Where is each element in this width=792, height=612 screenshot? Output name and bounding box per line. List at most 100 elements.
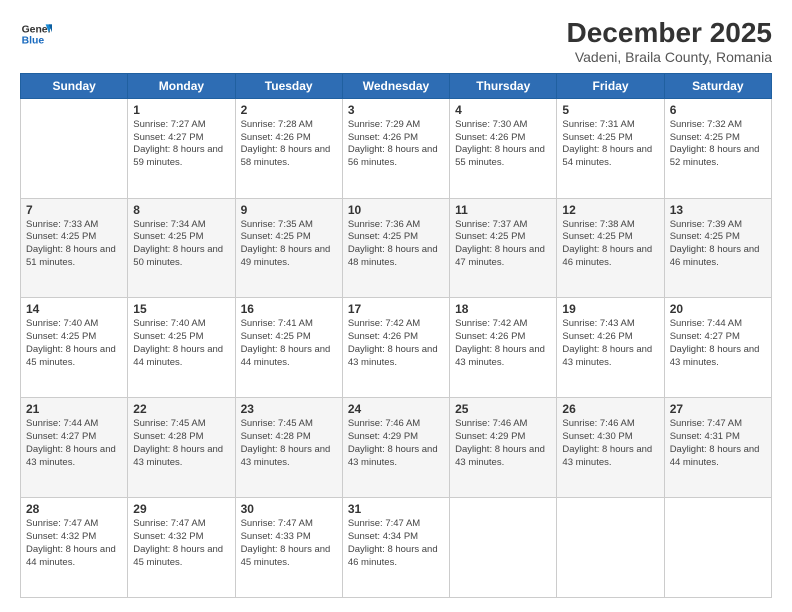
title-block: December 2025 Vadeni, Braila County, Rom… bbox=[567, 18, 772, 65]
calendar-cell: 27 Sunrise: 7:47 AMSunset: 4:31 PMDayligh… bbox=[664, 398, 771, 498]
day-number: 2 bbox=[241, 103, 337, 117]
weekday-header-saturday: Saturday bbox=[664, 73, 771, 98]
calendar-cell: 6 Sunrise: 7:32 AMSunset: 4:25 PMDaylight… bbox=[664, 98, 771, 198]
header: General Blue December 2025 Vadeni, Brail… bbox=[20, 18, 772, 65]
calendar-cell: 24 Sunrise: 7:46 AMSunset: 4:29 PMDayligh… bbox=[342, 398, 449, 498]
day-info: Sunrise: 7:29 AMSunset: 4:26 PMDaylight:… bbox=[348, 119, 444, 170]
calendar-cell bbox=[557, 498, 664, 598]
day-info: Sunrise: 7:34 AMSunset: 4:25 PMDaylight:… bbox=[133, 219, 229, 270]
day-number: 9 bbox=[241, 203, 337, 217]
day-number: 30 bbox=[241, 502, 337, 516]
day-number: 1 bbox=[133, 103, 229, 117]
day-number: 18 bbox=[455, 302, 551, 316]
calendar-cell bbox=[21, 98, 128, 198]
month-title: December 2025 bbox=[567, 18, 772, 49]
day-number: 3 bbox=[348, 103, 444, 117]
logo: General Blue bbox=[20, 18, 52, 50]
day-info: Sunrise: 7:32 AMSunset: 4:25 PMDaylight:… bbox=[670, 119, 766, 170]
calendar-cell: 15 Sunrise: 7:40 AMSunset: 4:25 PMDayligh… bbox=[128, 298, 235, 398]
calendar-cell: 10Sunrise: 7:36 AMSunset: 4:25 PMDayligh… bbox=[342, 198, 449, 298]
day-info: Sunrise: 7:47 AMSunset: 4:31 PMDaylight:… bbox=[670, 418, 766, 469]
weekday-header-wednesday: Wednesday bbox=[342, 73, 449, 98]
day-info: Sunrise: 7:42 AMSunset: 4:26 PMDaylight:… bbox=[348, 318, 444, 369]
calendar-cell: 14 Sunrise: 7:40 AMSunset: 4:25 PMDayligh… bbox=[21, 298, 128, 398]
week-row-2: 14 Sunrise: 7:40 AMSunset: 4:25 PMDayligh… bbox=[21, 298, 772, 398]
day-number: 16 bbox=[241, 302, 337, 316]
svg-text:Blue: Blue bbox=[22, 36, 45, 47]
location: Vadeni, Braila County, Romania bbox=[567, 49, 772, 65]
week-row-3: 21Sunrise: 7:44 AMSunset: 4:27 PMDayligh… bbox=[21, 398, 772, 498]
weekday-header-friday: Friday bbox=[557, 73, 664, 98]
day-number: 7 bbox=[26, 203, 122, 217]
calendar-cell: 29 Sunrise: 7:47 AMSunset: 4:32 PMDayligh… bbox=[128, 498, 235, 598]
day-info: Sunrise: 7:38 AMSunset: 4:25 PMDaylight:… bbox=[562, 219, 658, 270]
calendar-cell: 17 Sunrise: 7:42 AMSunset: 4:26 PMDayligh… bbox=[342, 298, 449, 398]
calendar-cell: 11 Sunrise: 7:37 AMSunset: 4:25 PMDayligh… bbox=[450, 198, 557, 298]
day-number: 15 bbox=[133, 302, 229, 316]
day-number: 22 bbox=[133, 402, 229, 416]
day-number: 13 bbox=[670, 203, 766, 217]
week-row-1: 7 Sunrise: 7:33 AMSunset: 4:25 PMDaylight… bbox=[21, 198, 772, 298]
day-number: 27 bbox=[670, 402, 766, 416]
calendar-cell: 28Sunrise: 7:47 AMSunset: 4:32 PMDayligh… bbox=[21, 498, 128, 598]
day-number: 6 bbox=[670, 103, 766, 117]
day-number: 20 bbox=[670, 302, 766, 316]
calendar-cell: 9 Sunrise: 7:35 AMSunset: 4:25 PMDaylight… bbox=[235, 198, 342, 298]
calendar-cell: 20Sunrise: 7:44 AMSunset: 4:27 PMDayligh… bbox=[664, 298, 771, 398]
day-info: Sunrise: 7:47 AMSunset: 4:34 PMDaylight:… bbox=[348, 518, 444, 569]
day-number: 24 bbox=[348, 402, 444, 416]
day-number: 5 bbox=[562, 103, 658, 117]
day-info: Sunrise: 7:40 AMSunset: 4:25 PMDaylight:… bbox=[26, 318, 122, 369]
generalblue-icon: General Blue bbox=[20, 18, 52, 50]
calendar-cell: 16 Sunrise: 7:41 AMSunset: 4:25 PMDayligh… bbox=[235, 298, 342, 398]
day-info: Sunrise: 7:31 AMSunset: 4:25 PMDaylight:… bbox=[562, 119, 658, 170]
day-info: Sunrise: 7:33 AMSunset: 4:25 PMDaylight:… bbox=[26, 219, 122, 270]
day-number: 11 bbox=[455, 203, 551, 217]
calendar-cell: 8 Sunrise: 7:34 AMSunset: 4:25 PMDaylight… bbox=[128, 198, 235, 298]
calendar-cell: 12 Sunrise: 7:38 AMSunset: 4:25 PMDayligh… bbox=[557, 198, 664, 298]
calendar-cell: 21Sunrise: 7:44 AMSunset: 4:27 PMDayligh… bbox=[21, 398, 128, 498]
day-number: 25 bbox=[455, 402, 551, 416]
day-number: 4 bbox=[455, 103, 551, 117]
calendar-cell: 3 Sunrise: 7:29 AMSunset: 4:26 PMDaylight… bbox=[342, 98, 449, 198]
day-info: Sunrise: 7:35 AMSunset: 4:25 PMDaylight:… bbox=[241, 219, 337, 270]
day-info: Sunrise: 7:42 AMSunset: 4:26 PMDaylight:… bbox=[455, 318, 551, 369]
day-info: Sunrise: 7:37 AMSunset: 4:25 PMDaylight:… bbox=[455, 219, 551, 270]
calendar-cell: 22 Sunrise: 7:45 AMSunset: 4:28 PMDayligh… bbox=[128, 398, 235, 498]
weekday-header-tuesday: Tuesday bbox=[235, 73, 342, 98]
day-number: 21 bbox=[26, 402, 122, 416]
day-number: 31 bbox=[348, 502, 444, 516]
day-info: Sunrise: 7:27 AMSunset: 4:27 PMDaylight:… bbox=[133, 119, 229, 170]
calendar-cell: 25 Sunrise: 7:46 AMSunset: 4:29 PMDayligh… bbox=[450, 398, 557, 498]
week-row-0: 1 Sunrise: 7:27 AMSunset: 4:27 PMDaylight… bbox=[21, 98, 772, 198]
day-number: 17 bbox=[348, 302, 444, 316]
day-number: 14 bbox=[26, 302, 122, 316]
day-number: 8 bbox=[133, 203, 229, 217]
page: General Blue December 2025 Vadeni, Brail… bbox=[0, 0, 792, 612]
day-number: 23 bbox=[241, 402, 337, 416]
calendar-cell: 13 Sunrise: 7:39 AMSunset: 4:25 PMDayligh… bbox=[664, 198, 771, 298]
calendar-table: SundayMondayTuesdayWednesdayThursdayFrid… bbox=[20, 73, 772, 598]
day-info: Sunrise: 7:47 AMSunset: 4:32 PMDaylight:… bbox=[133, 518, 229, 569]
day-number: 26 bbox=[562, 402, 658, 416]
day-info: Sunrise: 7:46 AMSunset: 4:29 PMDaylight:… bbox=[455, 418, 551, 469]
calendar-cell: 1 Sunrise: 7:27 AMSunset: 4:27 PMDaylight… bbox=[128, 98, 235, 198]
day-info: Sunrise: 7:41 AMSunset: 4:25 PMDaylight:… bbox=[241, 318, 337, 369]
day-info: Sunrise: 7:45 AMSunset: 4:28 PMDaylight:… bbox=[133, 418, 229, 469]
calendar-cell: 30Sunrise: 7:47 AMSunset: 4:33 PMDayligh… bbox=[235, 498, 342, 598]
calendar-cell: 5 Sunrise: 7:31 AMSunset: 4:25 PMDaylight… bbox=[557, 98, 664, 198]
day-info: Sunrise: 7:28 AMSunset: 4:26 PMDaylight:… bbox=[241, 119, 337, 170]
day-number: 29 bbox=[133, 502, 229, 516]
calendar-cell: 26Sunrise: 7:46 AMSunset: 4:30 PMDayligh… bbox=[557, 398, 664, 498]
day-number: 19 bbox=[562, 302, 658, 316]
day-info: Sunrise: 7:40 AMSunset: 4:25 PMDaylight:… bbox=[133, 318, 229, 369]
weekday-header-thursday: Thursday bbox=[450, 73, 557, 98]
day-info: Sunrise: 7:47 AMSunset: 4:32 PMDaylight:… bbox=[26, 518, 122, 569]
day-info: Sunrise: 7:39 AMSunset: 4:25 PMDaylight:… bbox=[670, 219, 766, 270]
day-info: Sunrise: 7:30 AMSunset: 4:26 PMDaylight:… bbox=[455, 119, 551, 170]
day-number: 12 bbox=[562, 203, 658, 217]
day-info: Sunrise: 7:36 AMSunset: 4:25 PMDaylight:… bbox=[348, 219, 444, 270]
calendar-cell: 31 Sunrise: 7:47 AMSunset: 4:34 PMDayligh… bbox=[342, 498, 449, 598]
weekday-header-sunday: Sunday bbox=[21, 73, 128, 98]
day-info: Sunrise: 7:46 AMSunset: 4:29 PMDaylight:… bbox=[348, 418, 444, 469]
